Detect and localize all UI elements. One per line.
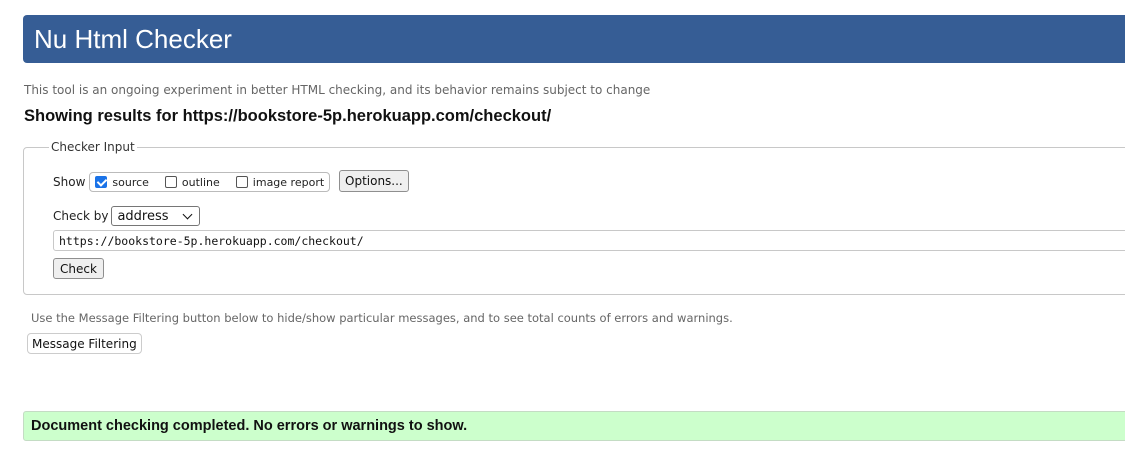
status-message: Document checking completed. No errors o…	[31, 418, 468, 434]
url-input[interactable]	[53, 230, 1125, 251]
intro-text: This tool is an ongoing experiment in be…	[24, 83, 651, 97]
image-report-checkbox[interactable]	[235, 176, 248, 188]
show-label: Show	[53, 175, 86, 189]
page-title: Nu Html Checker	[34, 24, 232, 54]
image-report-label: image report	[252, 175, 325, 189]
outline-checkbox[interactable]	[164, 176, 177, 188]
message-filtering-button[interactable]: Message Filtering	[27, 333, 142, 354]
check-by-row: Check by address	[53, 206, 201, 226]
check-by-value: address	[117, 208, 169, 224]
source-label: source	[112, 175, 149, 189]
check-by-label: Check by	[53, 209, 109, 223]
show-option-source[interactable]: source	[95, 176, 149, 189]
results-url: https://bookstore-5p.herokuapp.com/check…	[182, 107, 552, 125]
header-bar: Nu Html Checker	[23, 15, 1125, 63]
checker-input-legend: Checker Input	[51, 140, 135, 154]
source-checkbox[interactable]	[95, 176, 108, 188]
outline-label: outline	[181, 175, 220, 189]
filtering-note: Use the Message Filtering button below t…	[31, 311, 733, 325]
show-options-group: source outline image report	[89, 172, 331, 192]
status-success-banner: Document checking completed. No errors o…	[23, 411, 1125, 441]
show-row: Show source outline image report	[53, 172, 331, 192]
results-heading: Showing results for https://bookstore-5p…	[24, 107, 551, 126]
check-button[interactable]: Check	[53, 258, 104, 279]
options-button[interactable]: Options...	[339, 170, 409, 192]
page: Nu Html Checker This tool is an ongoing …	[0, 0, 1125, 456]
chevron-down-icon	[183, 209, 193, 220]
show-option-outline[interactable]: outline	[164, 175, 220, 189]
show-option-image-report[interactable]: image report	[235, 175, 325, 189]
results-prefix: Showing results for	[24, 107, 179, 125]
check-by-select[interactable]: address	[111, 206, 201, 226]
